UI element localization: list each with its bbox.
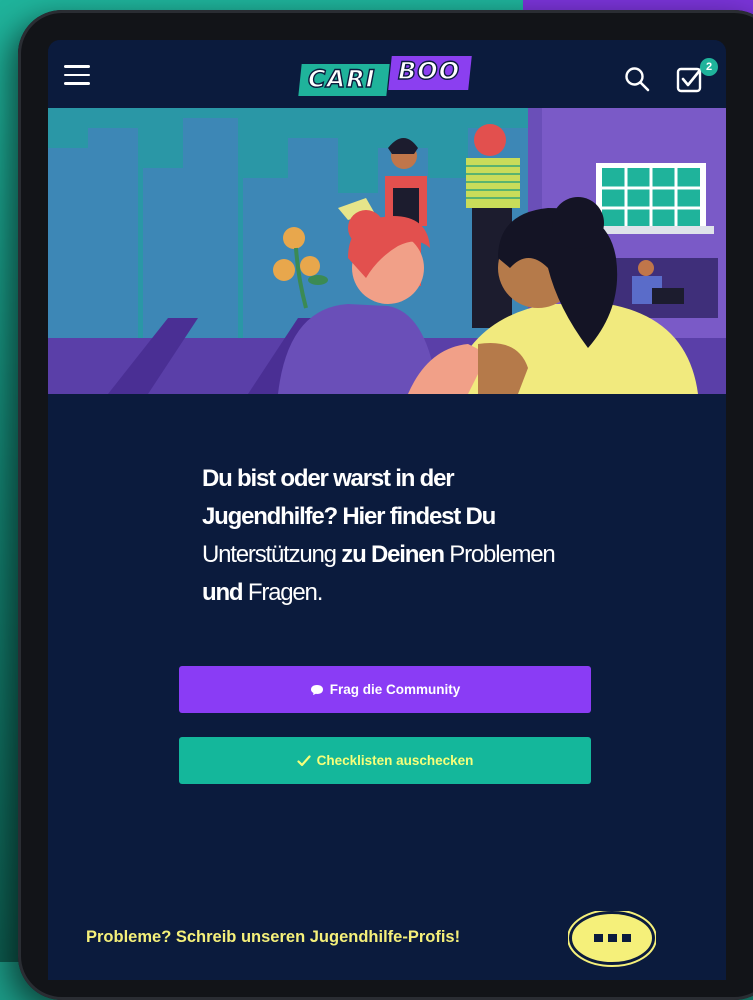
search-icon[interactable]	[624, 66, 650, 92]
app-screen: CARI BOO 2 Du bist oder warst in der Jug…	[48, 40, 726, 980]
checkmark-icon	[296, 754, 311, 766]
hero-illustration-graphic	[48, 108, 726, 394]
headline-part-3: Unterstützung	[202, 541, 337, 568]
hero-illustration	[48, 108, 726, 394]
checklist-count-badge: 2	[700, 58, 718, 76]
logo-cari-text: CARI	[307, 64, 376, 93]
hamburger-menu-icon[interactable]	[64, 65, 90, 85]
ask-community-label: Frag die Community	[329, 682, 461, 697]
chat-bubble-icon	[310, 684, 323, 695]
checklists-label: Checklisten auschecken	[316, 753, 474, 768]
checklists-button[interactable]: Checklisten auschecken	[179, 737, 591, 784]
chat-ellipsis-icon[interactable]	[568, 911, 656, 967]
headline-part-4: zu Deinen	[335, 541, 445, 568]
headline-part-7: Fragen.	[242, 579, 324, 606]
logo-boo-text: BOO	[397, 56, 461, 85]
headline-part-5: Problemen	[443, 541, 555, 568]
headline-part-6: und	[202, 579, 244, 606]
cariboo-logo[interactable]: CARI BOO	[298, 55, 472, 101]
headline-part-2: Hier findest Du	[336, 503, 496, 530]
top-navigation: CARI BOO 2	[48, 40, 726, 108]
contact-experts-text: Probleme? Schreib unseren Jugendhilfe-Pr…	[86, 928, 461, 946]
hero-headline: Du bist oder warst in der Jugendhilfe? H…	[202, 460, 562, 612]
ask-community-button[interactable]: Frag die Community	[179, 666, 591, 713]
